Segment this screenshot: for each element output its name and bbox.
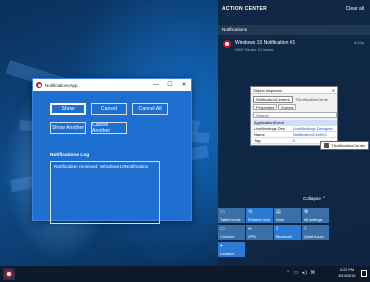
show-another-button[interactable]: Show Another [50,122,86,134]
window-titlebar[interactable]: NotificationsApp — ☐ ✕ [33,79,191,91]
object-selector[interactable]: NotificationCenter1 TNotificationCente [253,95,337,103]
tile-label: Location [220,252,235,256]
location-icon: ⌖ [220,243,223,249]
property-value [293,120,337,125]
cancel-button[interactable]: Cancel [91,103,127,115]
selected-object-name: NotificationCenter1 [253,95,294,103]
object-inspector-titlebar[interactable]: Object Inspector ✕ [251,87,337,94]
tile-label: Tablet mode [220,218,241,222]
connect-icon: ▭ [220,226,225,232]
object-inspector-window: Object Inspector ✕ NotificationCenter1 T… [250,86,338,146]
tile-quiet-hours[interactable]: ☾ Quiet hours [302,225,329,240]
window-title: NotificationsApp [45,82,78,88]
gear-icon: ⚙ [304,209,309,215]
selected-object-type: TNotificationCente [295,96,328,102]
tile-connect[interactable]: ▭ Connect [218,225,245,240]
tile-label: VPN [248,235,256,239]
tile-all-settings[interactable]: ⚙ All settings [302,208,329,223]
property-name: ApplicationEvent [254,120,284,125]
window-body: Show Cancel Cancel All Show Another Canc… [33,91,191,224]
tile-label: Connect [220,235,235,239]
tile-label: Rotation lock [248,218,270,222]
tab-events[interactable]: Events [278,104,297,110]
close-button[interactable]: ✕ [177,79,191,91]
tile-location[interactable]: ⌖ Location [218,242,245,257]
tile-rotation-lock[interactable]: ⟲ Rotation lock [246,208,273,223]
action-center-icon[interactable] [361,270,367,277]
property-name: LiveBindings Des [254,126,285,131]
notification-subtitle: NSO Studio 10 Inside [235,47,274,52]
component-tooltip: TNotificationCenter [320,141,370,150]
moon-icon: ☾ [304,226,309,232]
tab-properties[interactable]: Properties [253,104,278,110]
component-icon [324,143,329,148]
log-entry: Notification received: Windows10Notifica… [54,165,149,170]
tile-note[interactable]: ▤ Note [274,208,301,223]
taskbar-clock[interactable]: 4:22 PM 8/14/2015 [336,268,358,279]
search-input[interactable]: Search [253,112,337,118]
tile-vpn[interactable]: ∞ VPN [246,225,273,240]
notifications-log-memo[interactable]: Notification received: Windows10Notifica… [50,161,160,224]
inspector-search: Search [253,112,337,118]
notifications-app-window: NotificationsApp — ☐ ✕ Show Cancel Cance… [32,78,192,224]
cancel-all-button[interactable]: Cancel All [132,103,168,115]
note-icon: ▤ [276,209,281,215]
notifications-log-label: Notifications Log [50,153,90,158]
property-name: Tag [254,138,261,143]
system-tray-icons[interactable]: ⌃ ▭ ◂) ⌘ [286,270,316,276]
clear-all-link[interactable]: Clear all [346,6,364,12]
tablet-mode-icon: ▭ [220,209,225,215]
inspector-tabs: Properties Events [253,104,337,110]
show-button[interactable]: Show [50,103,86,115]
tooltip-text: TNotificationCenter [331,143,366,148]
property-value: LiveBindings Designer [293,126,333,131]
vpn-icon: ∞ [248,226,252,232]
taskbar-app-button[interactable] [3,268,15,280]
tile-tablet-mode[interactable]: ▭ Tablet mode [218,208,245,223]
clock-date: 8/14/2015 [338,273,356,278]
property-name: Name [254,132,265,137]
app-icon [223,40,231,48]
collapse-link[interactable]: Collapse ⌃ [303,196,326,202]
object-inspector-title: Object Inspector [253,88,283,93]
tile-bluetooth[interactable]: ᛒ Bluetooth [274,225,301,240]
tile-label: Bluetooth [276,235,293,239]
minimize-button[interactable]: — [149,79,163,91]
property-value: NotificationCenter1 [293,132,328,137]
desktop: NotificationsApp — ☐ ✕ Show Cancel Cance… [0,0,370,266]
action-center-title: ACTION CENTER [222,6,268,12]
notification-time: 4:22p [353,40,364,45]
close-icon[interactable]: ✕ [332,88,335,93]
tile-label: Quiet hours [304,235,324,239]
tile-label: Note [276,218,285,222]
notification-title: Windows 10 Notification #1 [235,40,296,46]
notification-item[interactable]: Windows 10 Notification #1 NSO Studio 10… [218,37,370,55]
notifications-section-header: Notifications [218,25,370,35]
taskbar: ⌃ ▭ ◂) ⌘ 4:22 PM 8/14/2015 [0,266,370,282]
app-icon [5,270,13,278]
rotation-lock-icon: ⟲ [248,209,253,215]
cancel-another-button[interactable]: Cancel Another [91,122,127,134]
collapse-label: Collapse [303,196,321,201]
maximize-button[interactable]: ☐ [163,79,177,91]
bluetooth-icon: ᛒ [276,226,280,232]
tile-label: All settings [304,218,323,222]
app-icon [36,82,42,88]
